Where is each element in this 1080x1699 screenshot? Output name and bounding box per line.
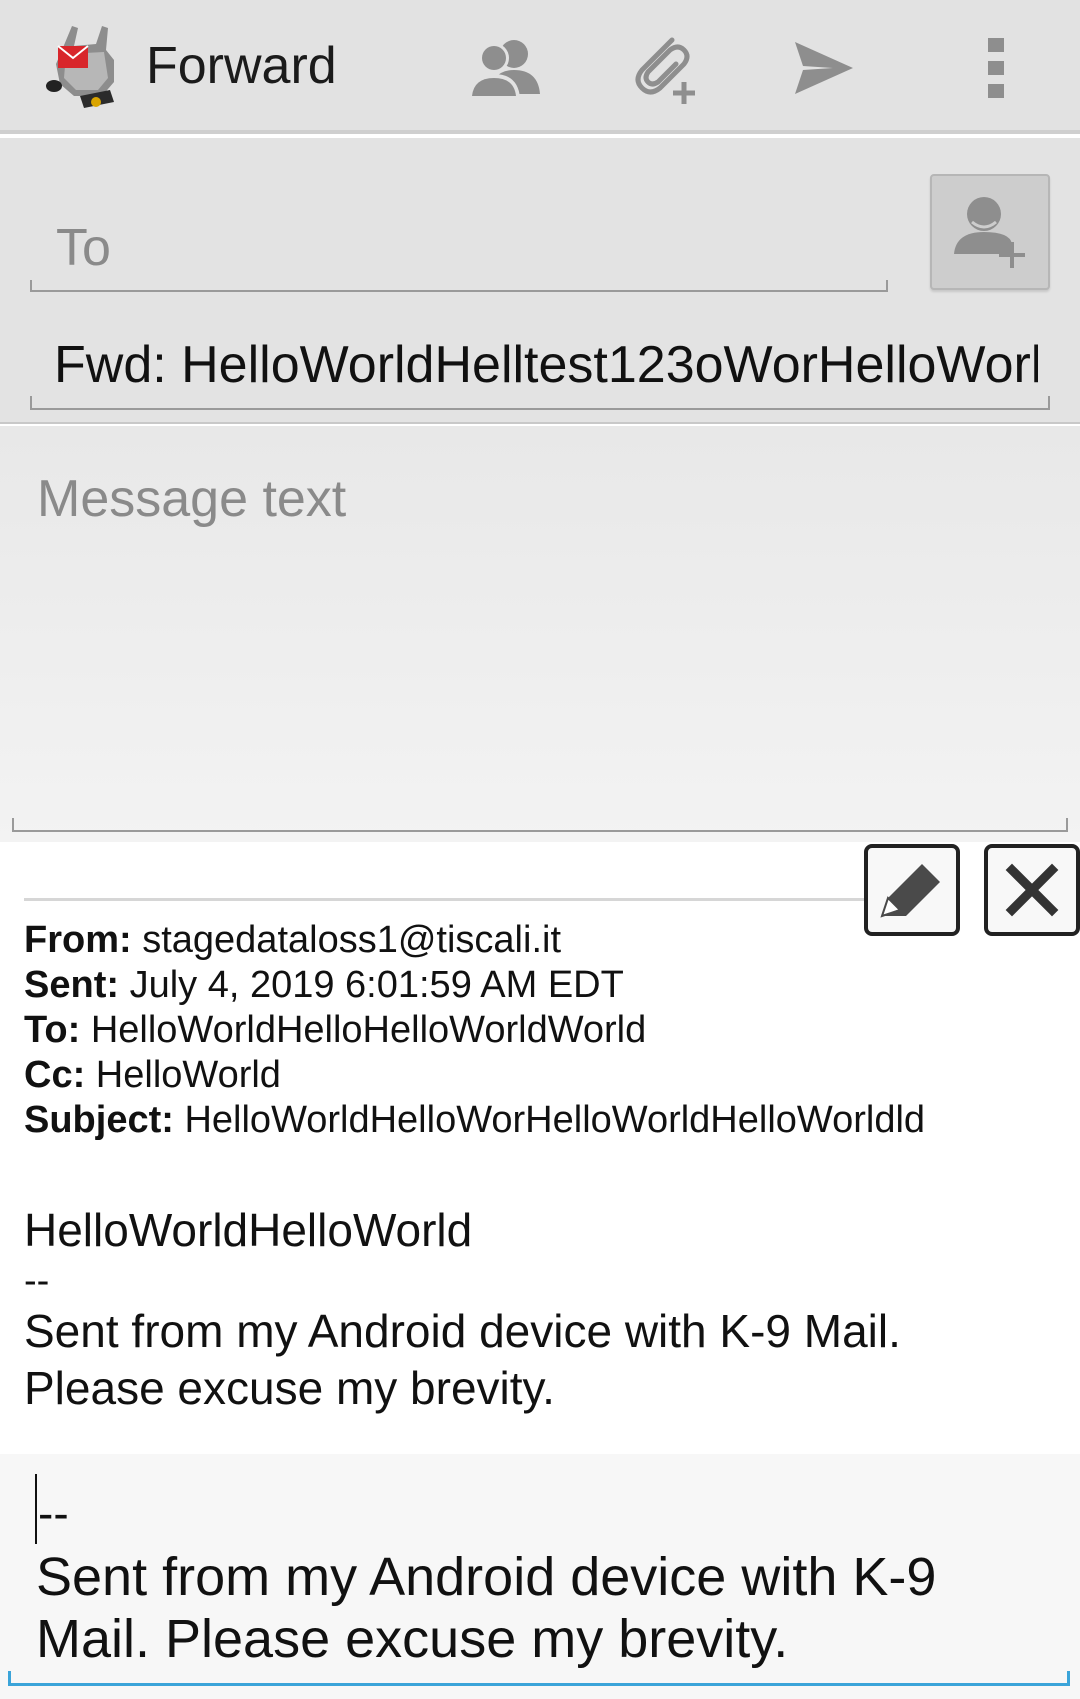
- attach-button[interactable]: [622, 24, 710, 112]
- send-icon: [795, 42, 853, 94]
- cc-label: Cc:: [24, 1054, 86, 1096]
- quoted-body-line: Sent from my Android device with K-9 Mai…: [24, 1305, 901, 1357]
- to-label: To:: [24, 1009, 81, 1051]
- overflow-menu-icon: [988, 38, 1004, 98]
- quoted-signature-separator: --: [24, 1260, 50, 1302]
- to-input[interactable]: [54, 216, 854, 280]
- signature-separator: --: [38, 1487, 69, 1539]
- from-label: From:: [24, 919, 132, 961]
- sent-value: July 4, 2019 6:01:59 AM EDT: [129, 964, 624, 1006]
- quoted-body: HelloWorldHelloWorld -- Sent from my And…: [24, 1202, 901, 1417]
- subject-value: HelloWorldHelloWorHelloWorldHelloWorldld: [184, 1099, 926, 1141]
- attach-icon: [635, 37, 695, 104]
- quoted-from-row: From: stagedataloss1@tiscali.it: [24, 918, 925, 963]
- sent-label: Sent:: [24, 964, 119, 1006]
- remove-quoted-button[interactable]: [984, 844, 1080, 936]
- action-bar: Forward: [0, 0, 1080, 134]
- message-text-field[interactable]: Message text: [12, 426, 1068, 832]
- quoted-to-row: To: HelloWorldHelloHelloWorldWorld: [24, 1008, 925, 1053]
- quoted-cc-row: Cc: HelloWorld: [24, 1053, 925, 1098]
- quoted-body-line: Please excuse my brevity.: [24, 1362, 555, 1414]
- pencil-icon: [880, 864, 940, 918]
- compose-header: Fwd: HelloWorldHelltest123oWorHelloWorld…: [0, 138, 1080, 424]
- subject-label: Subject:: [24, 1099, 174, 1141]
- to-value: HelloWorldHelloHelloWorldWorld: [90, 1009, 647, 1051]
- overflow-menu-button[interactable]: [952, 24, 1040, 112]
- subject-field[interactable]: Fwd: HelloWorldHelltest123oWorHelloWorld…: [30, 324, 1050, 410]
- add-contact-button[interactable]: [930, 174, 1050, 290]
- signature-text[interactable]: Sent from my Android device with K-9 Mai…: [36, 1546, 996, 1670]
- to-field[interactable]: [30, 208, 888, 292]
- quoted-sent-row: Sent: July 4, 2019 6:01:59 AM EDT: [24, 963, 925, 1008]
- quoted-body-line: HelloWorldHelloWorld: [24, 1204, 473, 1256]
- quoted-headers: From: stagedataloss1@tiscali.it Sent: Ju…: [24, 918, 925, 1143]
- add-recipients-button[interactable]: [460, 24, 548, 112]
- message-placeholder: Message text: [37, 470, 347, 528]
- signature-field[interactable]: -- Sent from my Android device with K-9 …: [8, 1454, 1070, 1686]
- from-value: stagedataloss1@tiscali.it: [142, 919, 561, 961]
- signature-area: -- Sent from my Android device with K-9 …: [0, 1454, 1080, 1699]
- add-contact-icon: [954, 197, 1025, 268]
- close-icon: [1005, 863, 1059, 917]
- contacts-icon: [468, 40, 540, 98]
- screen-title: Forward: [146, 37, 337, 95]
- quoted-subject-row: Subject: HelloWorldHelloWorHelloWorldHel…: [24, 1098, 925, 1143]
- message-area: Message text: [0, 426, 1080, 842]
- text-cursor: [35, 1474, 37, 1544]
- cc-value: HelloWorld: [95, 1054, 281, 1096]
- subject-input[interactable]: Fwd: HelloWorldHelltest123oWorHelloWorld…: [54, 334, 1038, 396]
- k9-mail-logo-icon[interactable]: [44, 20, 124, 112]
- quote-divider: [24, 898, 880, 901]
- send-button[interactable]: [780, 24, 868, 112]
